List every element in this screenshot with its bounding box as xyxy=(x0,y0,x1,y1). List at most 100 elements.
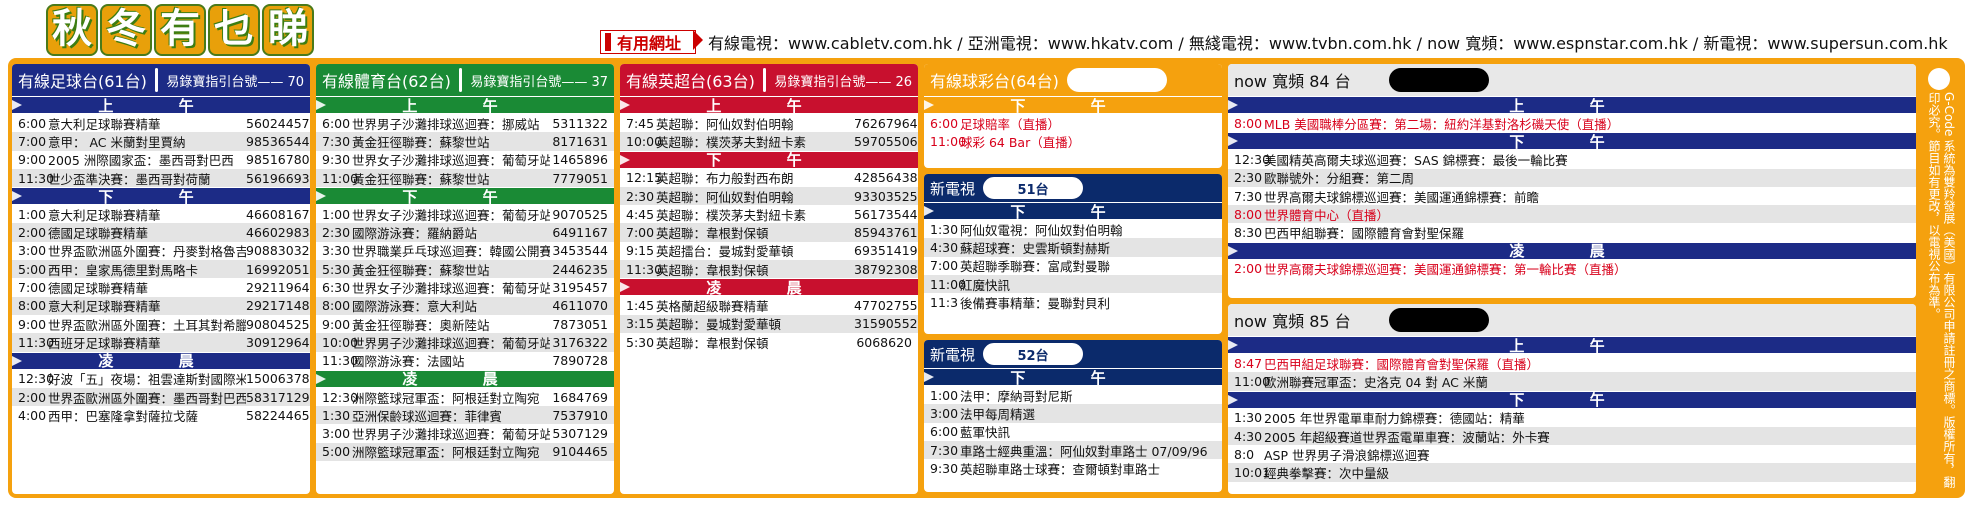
program-title: 足球賠率（直播） xyxy=(960,116,1061,132)
program-title: 歐聯號外：分組賽：第二周 xyxy=(1264,171,1415,187)
section-header: 下 午 xyxy=(316,188,614,206)
program-time: 1:00 xyxy=(18,206,47,222)
channel-logo-oval xyxy=(458,68,463,92)
program-time: 2:00 xyxy=(18,225,47,241)
program-row: 2:00 世界高爾夫球錦標巡迴賽：美國運通錦標賽：第一輪比賽（直播） xyxy=(1228,260,1916,278)
program-title: 英超聯：韋根對保頓 xyxy=(656,335,769,351)
program-time: 2:30 xyxy=(1234,170,1263,186)
program-title: 黃金狂徑聯賽：奧新陸站 xyxy=(352,317,490,333)
gcode-number: 5307129 xyxy=(552,426,608,442)
logo-char: 秋 xyxy=(46,4,98,56)
program-title: 英格蘭超級聯賽精華 xyxy=(656,299,769,315)
gcode-number: 76267964 xyxy=(854,115,918,131)
gcode-number: 31590552 xyxy=(854,316,918,332)
guide-number: 易錄寶指引台號—— 26 xyxy=(774,74,912,90)
program-row: 1:00 法甲：摩納哥對尼斯 xyxy=(924,386,1222,404)
section-header: 上 午 xyxy=(1228,337,1916,355)
program-title: 德國足球聯賽精華 xyxy=(48,226,149,242)
program-title: 意甲： AC 米蘭對里賈納 xyxy=(48,134,186,150)
channel-logo-oval xyxy=(1388,68,1489,92)
program-row: 1:30 亞洲保齡球巡迴賽：菲律賓 7537910 xyxy=(316,406,614,425)
program-row: 9:30 世界女子沙灘排球巡迴賽：葡萄牙站 1465896 xyxy=(316,151,614,169)
gcode-number: 58224465 xyxy=(246,407,310,423)
program-time: 1:00 xyxy=(930,387,959,403)
program-row: 8:30 巴西甲組聯賽：國際體育會對聖保羅 xyxy=(1228,223,1916,241)
program-time: 11:00 xyxy=(930,133,967,149)
channel-title: 有線球彩台(64台) xyxy=(930,72,1059,91)
channel-title: 有線足球台(61台) xyxy=(18,72,147,91)
program-title: 世界女子沙灘排球巡迴賽：葡萄牙站 xyxy=(352,153,550,169)
program-title: 世界高爾夫球錦標巡迴賽：美國運通錦標賽：第一輪比賽（直播） xyxy=(1264,262,1627,278)
program-row: 6:00 意大利足球聯賽精華 56024457 xyxy=(12,114,310,132)
channel-panel: now 寬頻 85 台上 午 8:47 巴西甲組足球聯賽：國際體育會對聖保羅（直播）… xyxy=(1228,304,1916,494)
program-title: 世界男子沙灘排球巡迴賽：挪威站 xyxy=(352,116,540,132)
section-header: 凌 晨 xyxy=(620,279,918,297)
program-row: 12:15 英超聯：布力般對西布朗 42856438 xyxy=(620,169,918,187)
gcode-number: 85943761 xyxy=(854,225,918,241)
program-title: 英超擂台：曼城對愛華頓 xyxy=(656,244,794,260)
program-time: 1:30 xyxy=(322,407,351,423)
gcode-number: 90883032 xyxy=(246,243,310,259)
channel-title: now 寬頻 85 台 xyxy=(1234,312,1351,331)
program-title: MLB 美國職棒分區賽：第二場：紐約洋基對洛杉磯天使（直播） xyxy=(1264,116,1620,132)
program-time: 7:45 xyxy=(626,115,655,131)
program-title: 美國精英高爾夫球巡迴賽：SAS 錦標賽：最後一輪比賽 xyxy=(1264,152,1568,168)
program-time: 7:30 xyxy=(1234,188,1263,204)
program-time: 7:00 xyxy=(18,280,47,296)
gcode-number: 16992051 xyxy=(246,261,310,277)
channel-logo-oval xyxy=(154,68,159,92)
program-time: 1:45 xyxy=(626,298,655,314)
gcode-number: 38792308 xyxy=(854,261,918,277)
program-row: 11:00 紅魔快訊 xyxy=(924,274,1222,294)
gcode-number: 90804525 xyxy=(246,316,310,332)
program-time: 1:30 xyxy=(1234,410,1263,426)
program-title: 歐洲聯賽冠軍盃：史洛克 04 對 AC 米蘭 xyxy=(1264,374,1488,390)
program-time: 6:00 xyxy=(930,115,959,131)
section-header: 下 午 xyxy=(924,97,1222,115)
gcode-number: 59705506 xyxy=(854,133,918,149)
program-time: 8:0 xyxy=(1234,446,1255,462)
program-time: 9:00 xyxy=(18,152,47,168)
channel-panel: 有線足球台(61台) 易錄寶指引台號—— 70 上 午 6:00 意大利足球聯賽精華 56… xyxy=(12,64,310,494)
program-title: 巴西甲組聯賽：國際體育會對聖保羅 xyxy=(1264,226,1465,242)
program-title: 洲際籃球冠軍盃：阿根廷對立陶宛 xyxy=(352,390,540,406)
program-title: 紅魔快訊 xyxy=(960,277,1011,293)
gcode-number: 2446235 xyxy=(552,261,608,277)
url-list[interactable]: 有線電視：www.cabletv.com.hk / 亞洲電視：www.hkatv… xyxy=(708,30,1948,54)
program-row: 8:00 世界體育中心（直播） xyxy=(1228,205,1916,224)
program-time: 3:00 xyxy=(18,243,47,259)
program-title: 英超聯：樸茨茅夫對紐卡素 xyxy=(656,134,807,150)
program-title: 2005 年世界電單車耐力錦標賽：德國站：精華 xyxy=(1264,411,1525,427)
program-time: 7:00 xyxy=(930,258,959,274)
program-time: 8:30 xyxy=(1234,225,1263,241)
program-row: 6:30 世界女子沙灘排球巡迴賽：葡萄牙站 3195457 xyxy=(316,278,614,296)
program-row: 6:00 足球賠率（直播） xyxy=(924,114,1222,132)
program-title: 法甲：摩納哥對尼斯 xyxy=(960,388,1073,404)
gcode-number: 69351419 xyxy=(854,243,918,259)
gcode-number: 47702755 xyxy=(854,298,918,314)
gcode-logo-icon xyxy=(1928,68,1950,90)
program-time: 4:00 xyxy=(18,407,47,423)
section-header: 下 午 xyxy=(12,188,310,206)
gcode-number: 1684769 xyxy=(552,389,608,405)
program-time: 7:00 xyxy=(626,225,655,241)
gcode-number: 3176322 xyxy=(552,334,608,350)
program-title: 世界女子沙灘排球巡迴賽：葡萄牙站 xyxy=(352,281,550,297)
program-row: 11:30 英超聯：韋根對保頓 38792308 xyxy=(620,260,918,279)
program-row: 9:00 世界盃歐洲區外圍賽：土耳其對希臘 90804525 xyxy=(12,315,310,333)
program-row: 2:30 英超聯：阿仙奴對伯明翰 93303525 xyxy=(620,186,918,206)
program-time: 1:30 xyxy=(930,221,959,237)
section-header: 凌 晨 xyxy=(316,370,614,388)
program-row: 9:15 英超擂台：曼城對愛華頓 69351419 xyxy=(620,242,918,260)
panel-header: 有線足球台(61台) 易錄寶指引台號—— 70 xyxy=(12,64,310,96)
guide-number: 易錄寶指引台號—— 37 xyxy=(470,74,608,90)
program-row: 3:15 英超聯：曼城對愛華頓 31590552 xyxy=(620,314,918,333)
program-title: 英超聯：阿仙奴對伯明翰 xyxy=(656,189,794,205)
program-title: 國際游泳賽：羅納爵站 xyxy=(352,226,478,242)
program-row: 7:00 英超聯季聯賽：富咸對曼聯 xyxy=(924,257,1222,275)
panel-header: 新電視 52台 xyxy=(924,340,1222,368)
program-time: 11:30 xyxy=(18,334,55,350)
gcode-number: 5311322 xyxy=(552,115,608,131)
section-header: 凌 晨 xyxy=(12,352,310,370)
program-time: 1:00 xyxy=(322,206,351,222)
